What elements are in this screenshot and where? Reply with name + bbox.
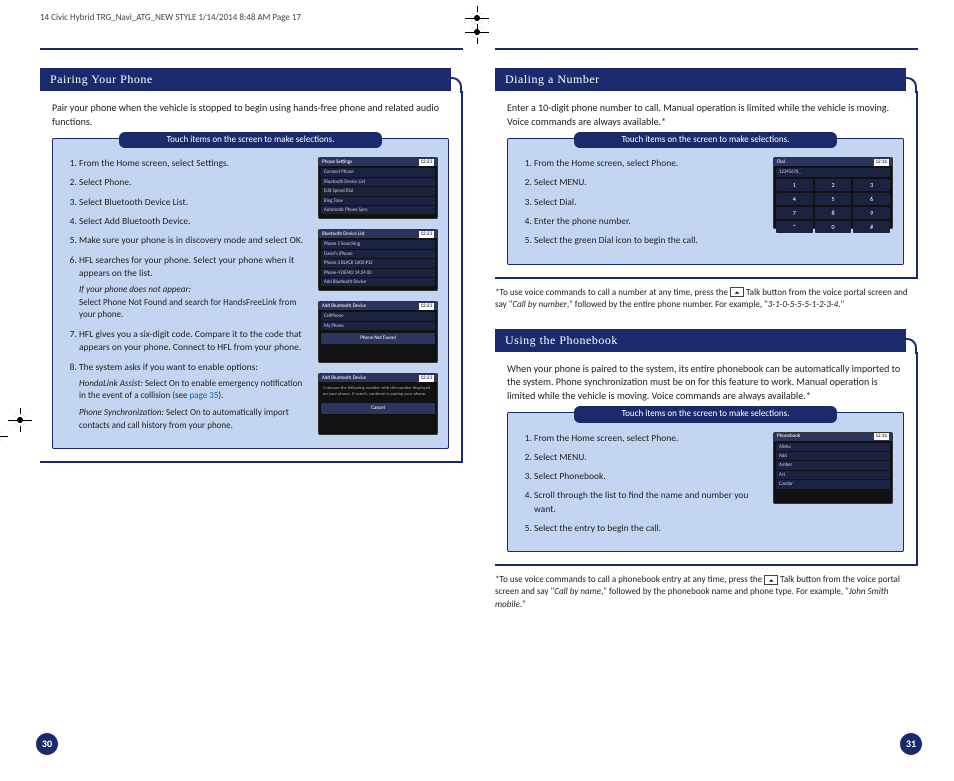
registration-mark-left-icon: [12, 412, 28, 428]
list-item: From the Home screen, select Phone.: [534, 432, 763, 445]
page-link[interactable]: page 35: [190, 390, 219, 401]
dialing-steps-list: From the Home screen, select Phone. Sele…: [518, 157, 763, 253]
list-item: Select Phonebook.: [534, 470, 763, 483]
list-item: Select the entry to begin the call.: [534, 522, 763, 535]
list-item: From the Home screen, select Phone.: [534, 157, 763, 170]
dialing-intro: Enter a 10-digit phone number to call. M…: [507, 101, 904, 128]
list-item: Select Bluetooth Device List.: [79, 196, 308, 209]
pairing-blue-box: Touch items on the screen to make select…: [52, 138, 449, 449]
dialing-blue-box: Touch items on the screen to make select…: [507, 138, 904, 265]
list-item: HFL searches for your phone. Select your…: [79, 254, 308, 322]
pairing-intro: Pair your phone when the vehicle is stop…: [52, 101, 449, 128]
dialing-title: Dialing a Number: [495, 68, 906, 91]
list-item: From the Home screen, select Settings.: [79, 157, 308, 170]
left-page: Pairing Your Phone Pair your phone when …: [40, 48, 463, 751]
screenshot-device-list: Bluetooth Device List12:23 Phone 1 Searc…: [318, 229, 438, 291]
blue-box-header: Touch items on the screen to make select…: [574, 132, 837, 148]
list-item: Select MENU.: [534, 176, 763, 189]
page-spread: Pairing Your Phone Pair your phone when …: [40, 48, 918, 751]
right-page: Dialing a Number Enter a 10-digit phone …: [495, 48, 918, 751]
page-number-left: 30: [36, 733, 58, 755]
list-item: Select MENU.: [534, 451, 763, 464]
phonebook-steps-list: From the Home screen, select Phone. Sele…: [518, 432, 763, 542]
page-number-right: 31: [900, 733, 922, 755]
screenshot-confirm-code: Add Bluetooth Device12:23 Compare the fo…: [318, 373, 438, 435]
blue-box-header: Touch items on the screen to make select…: [119, 132, 382, 148]
list-item: Enter the phone number.: [534, 215, 763, 228]
list-item: Scroll through the list to find the name…: [534, 489, 763, 516]
top-rule: [40, 48, 463, 50]
pairing-title: Pairing Your Phone: [40, 68, 451, 91]
phonebook-title: Using the Phonebook: [495, 329, 906, 352]
screenshot-add-device: Add Bluetooth Device12:23 CellPhone My P…: [318, 301, 438, 363]
dialing-footnote: *To use voice commands to call a number …: [495, 287, 918, 311]
talk-button-icon: ⏶: [730, 287, 744, 297]
list-item: Select Phone.: [79, 176, 308, 189]
pairing-thumbnails: Phone Settings12:23 Connect Phone Blueto…: [318, 157, 438, 438]
registration-mark-bottom-icon: [469, 10, 485, 26]
list-item: Make sure your phone is in discovery mod…: [79, 234, 308, 247]
screenshot-phonebook-list: Phonebook12:16 Alisha Add Amber Art Cand…: [773, 432, 893, 504]
registration-mark-right-icon: [0, 428, 4, 444]
list-item: HFL gives you a six-digit code. Compare …: [79, 328, 308, 355]
list-item: Select the green Dial icon to begin the …: [534, 234, 763, 247]
blue-box-header: Touch items on the screen to make select…: [574, 406, 837, 422]
pairing-steps-list: From the Home screen, select Settings. S…: [63, 157, 308, 438]
screenshot-phone-settings: Phone Settings12:23 Connect Phone Blueto…: [318, 157, 438, 219]
crop-job-info: 14 Civic Hybrid TRG_Navi_ATG_NEW STYLE 1…: [40, 12, 301, 23]
phonebook-blue-box: Touch items on the screen to make select…: [507, 412, 904, 552]
phonebook-footnote: *To use voice commands to call a phonebo…: [495, 574, 918, 610]
top-rule: [495, 48, 918, 50]
dialing-section: Dialing a Number Enter a 10-digit phone …: [495, 68, 918, 311]
list-item: The system asks if you want to enable op…: [79, 361, 308, 433]
list-item: Select Dial.: [534, 196, 763, 209]
phonebook-intro: When your phone is paired to the system,…: [507, 362, 904, 403]
phonebook-section: Using the Phonebook When your phone is p…: [495, 329, 918, 611]
pairing-section: Pairing Your Phone Pair your phone when …: [40, 68, 463, 463]
list-item: Select Add Bluetooth Device.: [79, 215, 308, 228]
talk-button-icon: ⏶: [764, 575, 778, 585]
screenshot-dial-pad: Dial12:16 12345678_ 1 2 3 4 5 6 7: [773, 157, 893, 229]
